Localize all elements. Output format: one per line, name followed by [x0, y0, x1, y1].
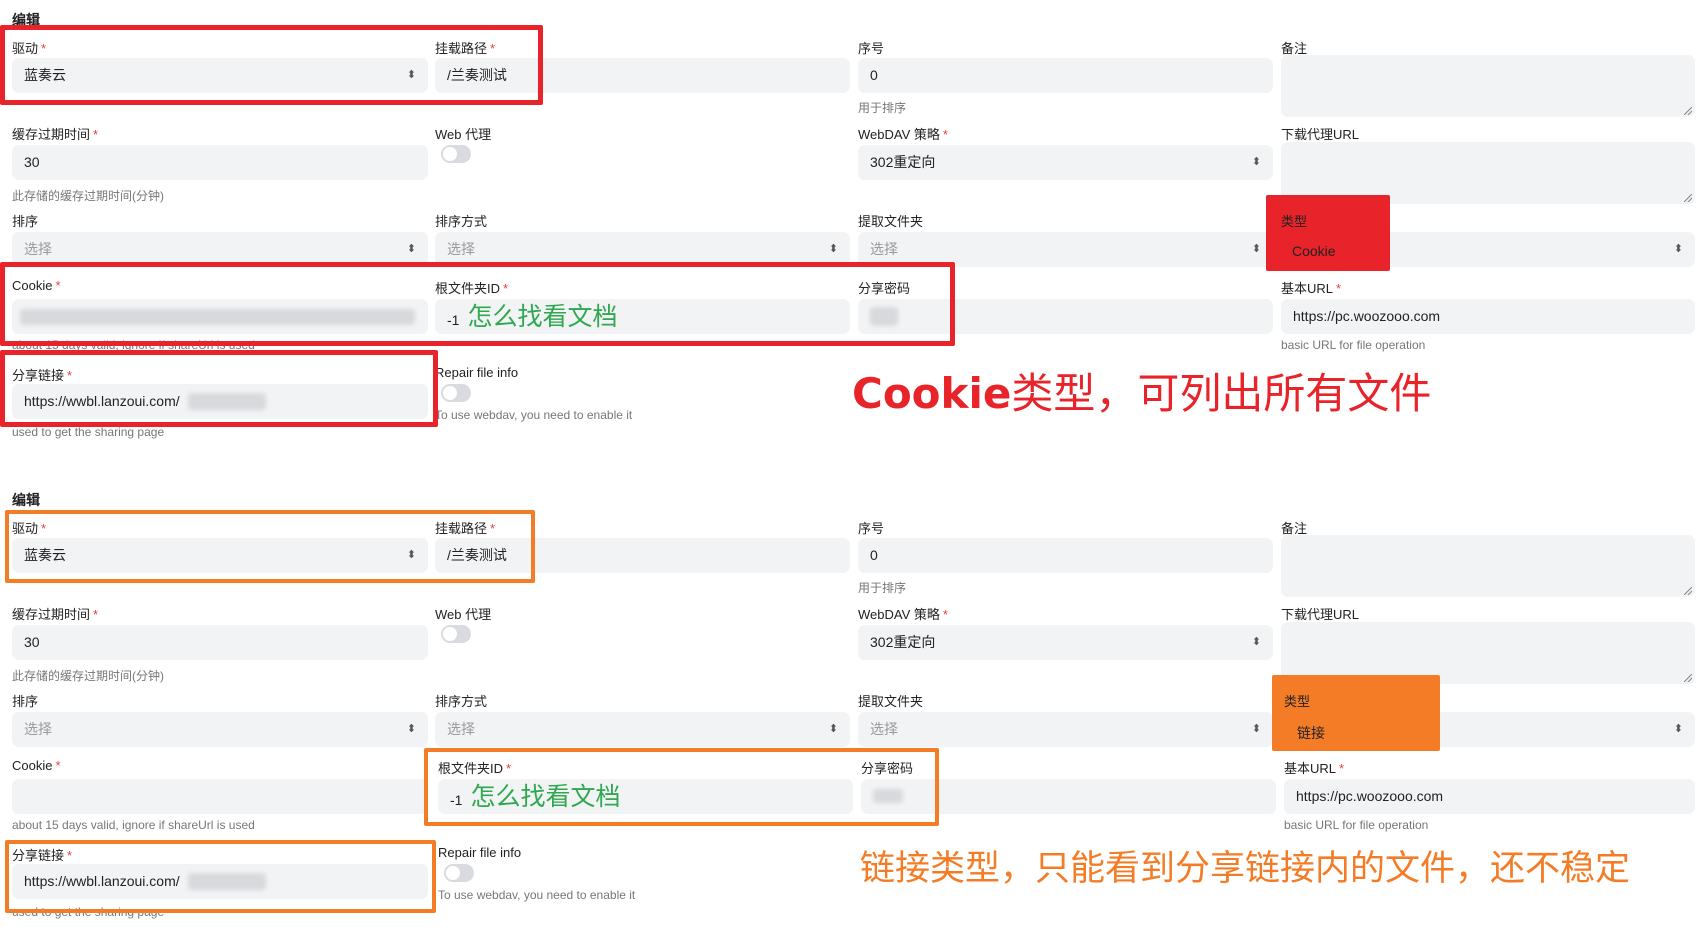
annotation-box: [1266, 195, 1390, 271]
cookie-label: Cookie *: [12, 758, 61, 773]
extract-folder-label: 提取文件夹: [858, 214, 924, 229]
chevron-up-down-icon: ⬍: [828, 723, 838, 735]
base-url-label: 基本URL *: [1284, 761, 1345, 776]
cookie-hint: about 15 days valid, ignore if shareUrl …: [12, 818, 255, 832]
annotation-box: [0, 262, 955, 346]
base-url-label: 基本URL *: [1281, 281, 1342, 296]
sort-select[interactable]: 选择 ⬍: [12, 712, 428, 747]
remark-textarea[interactable]: [1281, 535, 1695, 597]
cache-expiration-hint: 此存储的缓存过期时间(分钟): [12, 189, 164, 203]
cookie-input[interactable]: [12, 779, 428, 814]
annotation-box: [0, 350, 438, 427]
repair-file-info-hint: To use webdav, you need to enable it: [435, 408, 633, 422]
repair-file-info-label: Repair file info: [435, 365, 519, 380]
web-proxy-toggle[interactable]: [441, 625, 471, 643]
sort-direction-label: 排序方式: [435, 214, 488, 229]
order-input[interactable]: 0: [858, 58, 1273, 93]
annotation-text: 链接类型，只能看到分享链接内的文件，还不稳定: [860, 849, 1631, 889]
order-input[interactable]: 0: [858, 538, 1273, 573]
repair-file-info-toggle[interactable]: [441, 384, 471, 402]
sort-label: 排序: [12, 694, 39, 709]
resize-grip-icon[interactable]: [1684, 107, 1692, 115]
webdav-policy-label: WebDAV 策略 *: [858, 607, 948, 622]
cache-expiration-input[interactable]: 30: [12, 625, 428, 660]
order-hint: 用于排序: [858, 581, 907, 595]
repair-file-info-hint: To use webdav, you need to enable it: [438, 888, 636, 902]
share-url-hint: used to get the sharing page: [12, 425, 165, 439]
base-url-hint: basic URL for file operation: [1281, 338, 1426, 352]
webdav-policy-select[interactable]: 302重定向 ⬍: [858, 625, 1273, 660]
annotation-box: [0, 25, 543, 105]
annotation-box: [424, 748, 939, 826]
web-proxy-label: Web 代理: [435, 607, 492, 622]
extract-folder-label: 提取文件夹: [858, 694, 924, 709]
annotation-box: [5, 840, 436, 913]
chevron-up-down-icon: ⬍: [1251, 243, 1261, 255]
section-title: 编辑: [12, 492, 40, 508]
remark-textarea[interactable]: [1281, 55, 1695, 117]
extract-folder-select[interactable]: 选择 ⬍: [858, 712, 1273, 747]
base-url-input[interactable]: https://pc.woozooo.com: [1281, 299, 1695, 334]
base-url-input[interactable]: https://pc.woozooo.com: [1284, 779, 1695, 814]
annotation-text: Cookie类型，可列出所有文件: [852, 369, 1432, 418]
storage-edit-panel-cookie: 编辑 驱动 * 蓝奏云 ⬍ 挂载路径 * /兰奏测试 序号 0 用于排序 备注 缓存过…: [0, 0, 1703, 450]
sort-label: 排序: [12, 214, 39, 229]
storage-edit-panel-link: 编辑 驱动 * 蓝奏云 ⬍ 挂载路径 * /兰奏测试 序号 0 用于排序 备注 缓存过…: [0, 480, 1703, 930]
chevron-up-down-icon: ⬍: [1673, 723, 1683, 735]
webdav-policy-label: WebDAV 策略 *: [858, 127, 948, 142]
resize-grip-icon[interactable]: [1684, 587, 1692, 595]
sort-direction-select[interactable]: 选择 ⬍: [435, 712, 850, 747]
chevron-up-down-icon: ⬍: [1251, 156, 1261, 168]
web-proxy-label: Web 代理: [435, 127, 492, 142]
annotation-box: [1272, 675, 1440, 751]
resize-grip-icon[interactable]: [1684, 194, 1692, 202]
order-label: 序号: [858, 521, 885, 536]
chevron-up-down-icon: ⬍: [406, 723, 416, 735]
cache-expiration-label: 缓存过期时间 *: [12, 127, 99, 142]
resize-grip-icon[interactable]: [1684, 674, 1692, 682]
download-proxy-url-label: 下载代理URL: [1281, 607, 1360, 622]
base-url-hint: basic URL for file operation: [1284, 818, 1429, 832]
order-hint: 用于排序: [858, 101, 907, 115]
sort-direction-label: 排序方式: [435, 694, 488, 709]
repair-file-info-toggle[interactable]: [444, 864, 474, 882]
order-label: 序号: [858, 41, 885, 56]
chevron-up-down-icon: ⬍: [1251, 723, 1261, 735]
cache-expiration-hint: 此存储的缓存过期时间(分钟): [12, 669, 164, 683]
web-proxy-toggle[interactable]: [441, 145, 471, 163]
repair-file-info-label: Repair file info: [438, 845, 522, 860]
chevron-up-down-icon: ⬍: [1251, 636, 1261, 648]
webdav-policy-select[interactable]: 302重定向 ⬍: [858, 145, 1273, 180]
chevron-up-down-icon: ⬍: [1673, 243, 1683, 255]
cache-expiration-label: 缓存过期时间 *: [12, 607, 99, 622]
annotation-box: [5, 510, 535, 583]
download-proxy-url-label: 下载代理URL: [1281, 127, 1360, 142]
cache-expiration-input[interactable]: 30: [12, 145, 428, 180]
